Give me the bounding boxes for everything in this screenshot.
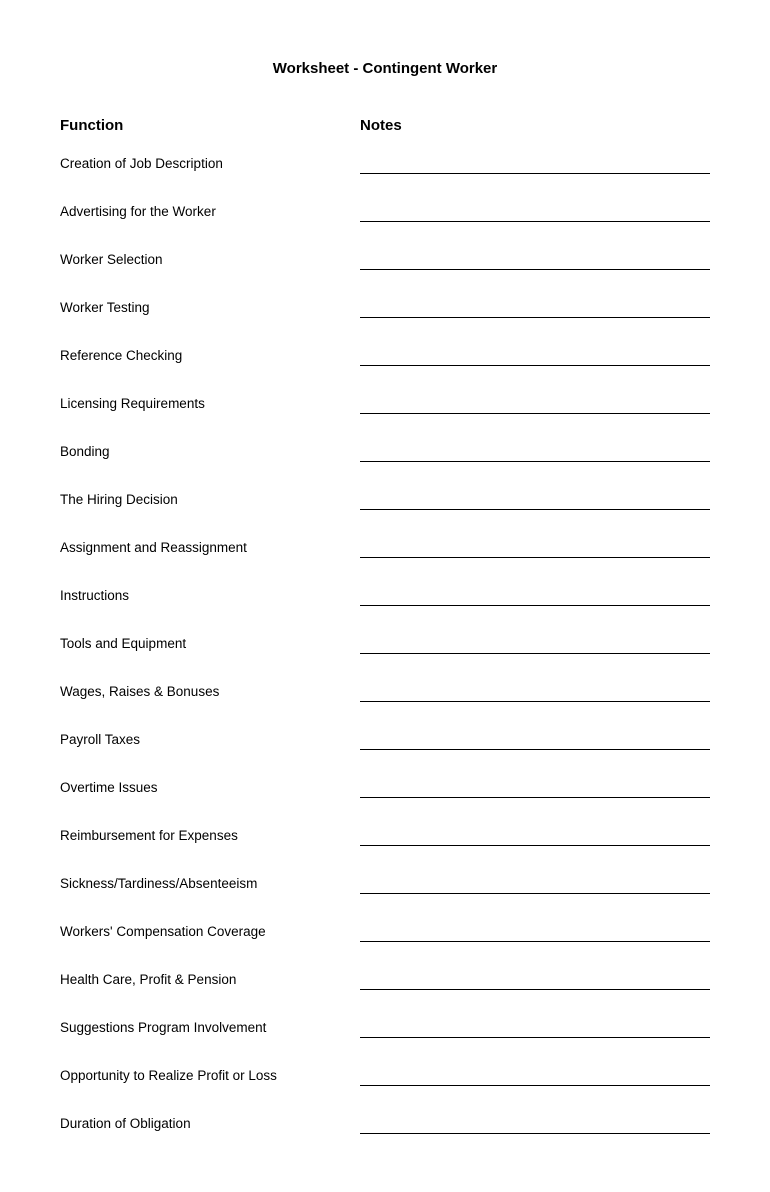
worksheet-row-overtime-issues: Overtime Issues xyxy=(60,768,710,798)
worksheet-row-worker-selection: Worker Selection xyxy=(60,240,710,270)
worksheet-row-bonding: Bonding xyxy=(60,432,710,462)
function-label-reimbursement-expenses: Reimbursement for Expenses xyxy=(60,827,360,846)
function-label-licensing-requirements: Licensing Requirements xyxy=(60,395,360,414)
notes-line-assignment-reassignment[interactable] xyxy=(360,540,710,558)
page-title: Worksheet - Contingent Worker xyxy=(60,60,710,77)
function-label-payroll-taxes: Payroll Taxes xyxy=(60,731,360,750)
worksheet-row-duration-obligation: Duration of Obligation xyxy=(60,1104,710,1134)
notes-line-reimbursement-expenses[interactable] xyxy=(360,828,710,846)
function-label-workers-compensation: Workers' Compensation Coverage xyxy=(60,923,360,942)
function-label-assignment-reassignment: Assignment and Reassignment xyxy=(60,539,360,558)
function-label-worker-testing: Worker Testing xyxy=(60,299,360,318)
notes-line-payroll-taxes[interactable] xyxy=(360,732,710,750)
function-label-tools-equipment: Tools and Equipment xyxy=(60,635,360,654)
notes-line-hiring-decision[interactable] xyxy=(360,492,710,510)
notes-line-reference-checking[interactable] xyxy=(360,348,710,366)
notes-line-workers-compensation[interactable] xyxy=(360,924,710,942)
function-label-health-care-profit-pension: Health Care, Profit & Pension xyxy=(60,971,360,990)
notes-line-opportunity-realize-profit[interactable] xyxy=(360,1068,710,1086)
notes-line-advertising-worker[interactable] xyxy=(360,204,710,222)
notes-line-instructions[interactable] xyxy=(360,588,710,606)
function-label-sickness-tardiness-absenteeism: Sickness/Tardiness/Absenteeism xyxy=(60,875,360,894)
worksheet-row-opportunity-realize-profit: Opportunity to Realize Profit or Loss xyxy=(60,1056,710,1086)
function-label-overtime-issues: Overtime Issues xyxy=(60,779,360,798)
worksheet-row-instructions: Instructions xyxy=(60,576,710,606)
worksheet-row-wages-raises-bonuses: Wages, Raises & Bonuses xyxy=(60,672,710,702)
notes-line-overtime-issues[interactable] xyxy=(360,780,710,798)
worksheet-row-sickness-tardiness-absenteeism: Sickness/Tardiness/Absenteeism xyxy=(60,864,710,894)
worksheet-row-payroll-taxes: Payroll Taxes xyxy=(60,720,710,750)
worksheet-row-suggestions-program: Suggestions Program Involvement xyxy=(60,1008,710,1038)
notes-line-wages-raises-bonuses[interactable] xyxy=(360,684,710,702)
notes-line-tools-equipment[interactable] xyxy=(360,636,710,654)
worksheet-row-workers-compensation: Workers' Compensation Coverage xyxy=(60,912,710,942)
notes-line-health-care-profit-pension[interactable] xyxy=(360,972,710,990)
notes-line-worker-testing[interactable] xyxy=(360,300,710,318)
worksheet-row-hiring-decision: The Hiring Decision xyxy=(60,480,710,510)
worksheet-row-advertising-worker: Advertising for the Worker xyxy=(60,192,710,222)
worksheet-row-licensing-requirements: Licensing Requirements xyxy=(60,384,710,414)
notes-line-sickness-tardiness-absenteeism[interactable] xyxy=(360,876,710,894)
notes-line-worker-selection[interactable] xyxy=(360,252,710,270)
worksheet-row-health-care-profit-pension: Health Care, Profit & Pension xyxy=(60,960,710,990)
worksheet-row-tools-equipment: Tools and Equipment xyxy=(60,624,710,654)
header-row: Function Notes xyxy=(60,117,710,136)
worksheet-row-reference-checking: Reference Checking xyxy=(60,336,710,366)
notes-line-suggestions-program[interactable] xyxy=(360,1020,710,1038)
function-label-bonding: Bonding xyxy=(60,443,360,462)
function-label-hiring-decision: The Hiring Decision xyxy=(60,491,360,510)
function-label-reference-checking: Reference Checking xyxy=(60,347,360,366)
function-label-opportunity-realize-profit: Opportunity to Realize Profit or Loss xyxy=(60,1067,360,1086)
notes-header: Notes xyxy=(360,117,710,134)
function-label-worker-selection: Worker Selection xyxy=(60,251,360,270)
function-label-duration-obligation: Duration of Obligation xyxy=(60,1115,360,1134)
worksheet-row-reimbursement-expenses: Reimbursement for Expenses xyxy=(60,816,710,846)
function-label-instructions: Instructions xyxy=(60,587,360,606)
worksheet-row-assignment-reassignment: Assignment and Reassignment xyxy=(60,528,710,558)
worksheet-row-creation-job-description: Creation of Job Description xyxy=(60,144,710,174)
function-header: Function xyxy=(60,117,360,134)
worksheet-row-worker-testing: Worker Testing xyxy=(60,288,710,318)
notes-line-bonding[interactable] xyxy=(360,444,710,462)
notes-line-duration-obligation[interactable] xyxy=(360,1116,710,1134)
notes-line-creation-job-description[interactable] xyxy=(360,156,710,174)
worksheet-rows: Creation of Job Description Advertising f… xyxy=(60,144,710,1134)
function-label-suggestions-program: Suggestions Program Involvement xyxy=(60,1019,360,1038)
notes-line-licensing-requirements[interactable] xyxy=(360,396,710,414)
function-label-advertising-worker: Advertising for the Worker xyxy=(60,203,360,222)
function-label-wages-raises-bonuses: Wages, Raises & Bonuses xyxy=(60,683,360,702)
function-label-creation-job-description: Creation of Job Description xyxy=(60,155,360,174)
